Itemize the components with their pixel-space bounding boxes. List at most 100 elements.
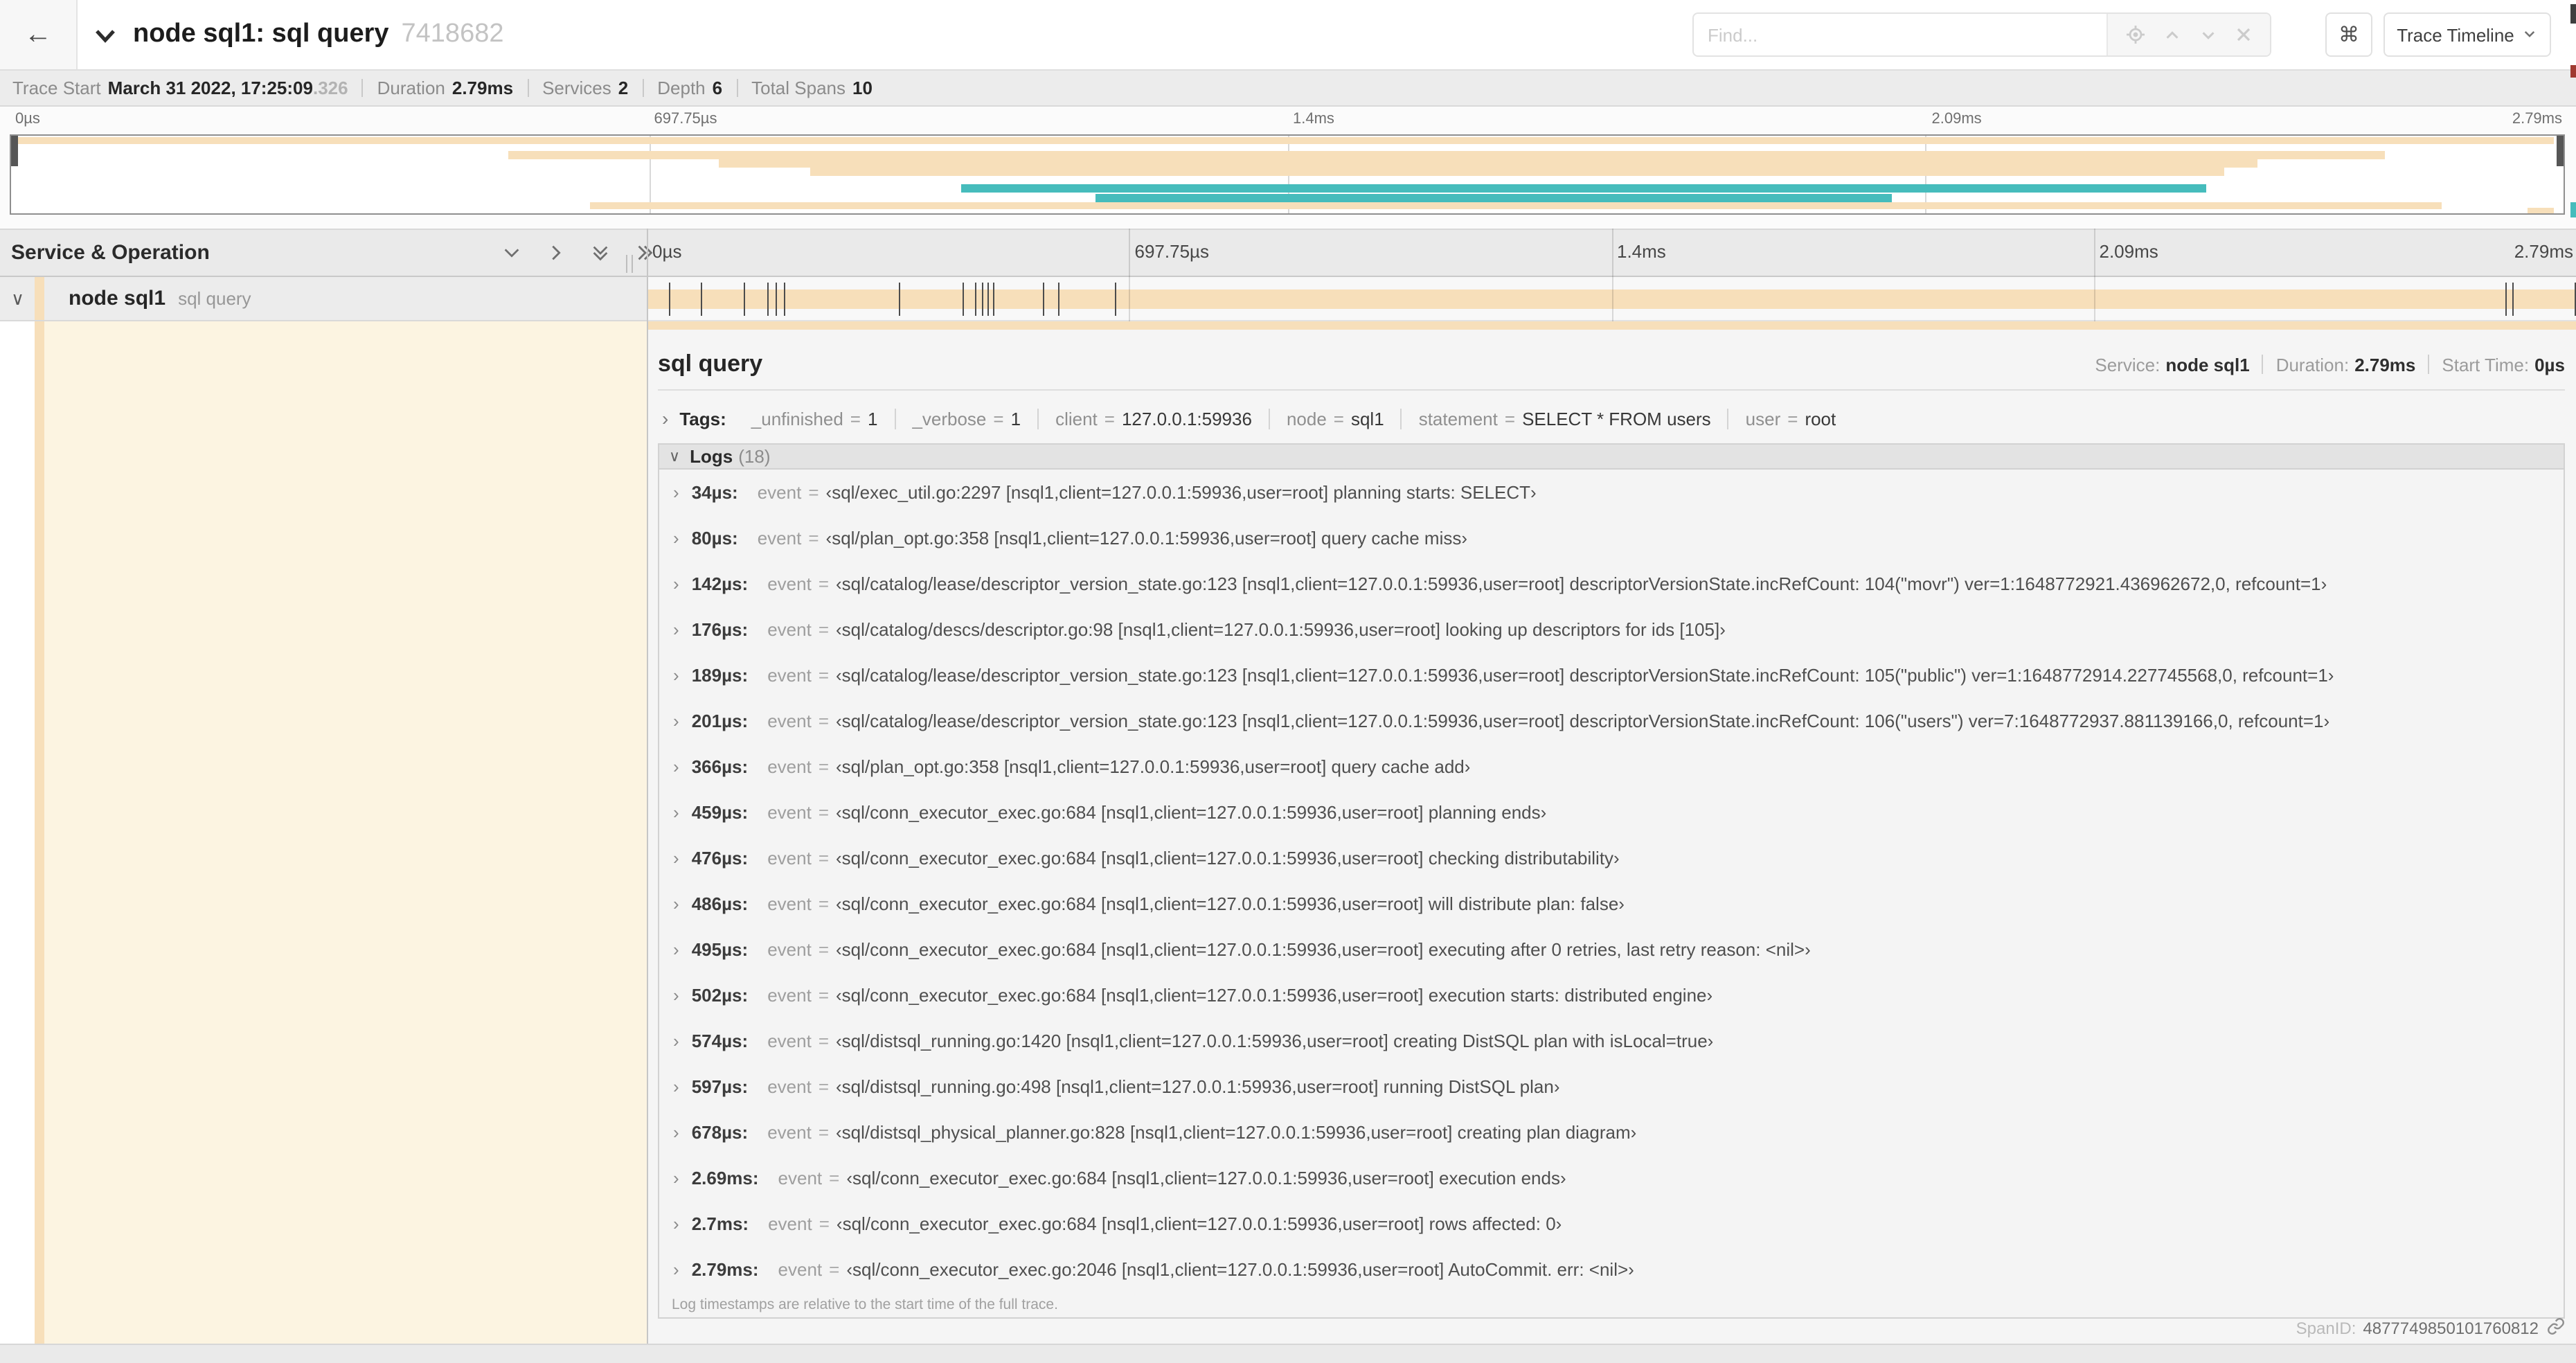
log-row[interactable]: › 597µs: event = ‹sql/distsql_running.go:498…	[659, 1064, 2564, 1110]
timeline-gridline	[1611, 229, 1613, 321]
log-chevron-icon: ›	[673, 573, 679, 594]
log-field-value: ‹sql/conn_executor_exec.go:684 [nsql1,cl…	[836, 939, 1811, 960]
tags-chevron-icon: ›	[662, 407, 669, 429]
log-row[interactable]: › 574µs: event = ‹sql/distsql_running.go:142…	[659, 1018, 2564, 1064]
stat-label: Duration	[377, 78, 445, 98]
log-field-key: event	[778, 1259, 823, 1280]
log-row[interactable]: › 2.7ms: event = ‹sql/conn_executor_exec.go:…	[659, 1201, 2564, 1247]
log-chevron-icon: ›	[673, 482, 679, 503]
log-row[interactable]: › 678µs: event = ‹sql/distsql_physical_plann…	[659, 1110, 2564, 1155]
log-row[interactable]: › 34µs: event = ‹sql/exec_util.go:2297 [nsql…	[659, 470, 2564, 515]
log-field-key: event	[767, 1122, 812, 1143]
log-equals: =	[818, 848, 829, 868]
summary-label: Duration:	[2275, 354, 2350, 375]
ruler-tick-label: 697.75µs	[654, 111, 717, 127]
tag-equals: =	[1787, 408, 1798, 429]
collapse-all-icon[interactable]	[590, 242, 611, 263]
log-chevron-icon: ›	[673, 1259, 679, 1280]
view-selector-button[interactable]: Trace Timeline	[2383, 12, 2551, 57]
tag-key: _verbose	[912, 408, 987, 429]
tag-key: statement	[1418, 408, 1498, 429]
log-field-key: event	[767, 1076, 812, 1097]
log-row[interactable]: › 2.79ms: event = ‹sql/conn_executor_exec.go…	[659, 1247, 2564, 1292]
tag-item: _unfinished = 1	[735, 408, 895, 429]
log-row[interactable]: › 459µs: event = ‹sql/conn_executor_exec.go:…	[659, 790, 2564, 835]
log-marker-tick	[2512, 283, 2514, 316]
log-marker-tick	[963, 283, 965, 316]
stat-item: Services 2	[542, 78, 628, 98]
span-collapse-chevron-icon[interactable]: ∨	[11, 287, 24, 310]
log-chevron-icon: ›	[673, 619, 679, 640]
log-timestamp: 502µs:	[691, 985, 749, 1006]
summary-label: Start Time:	[2442, 354, 2530, 375]
minimap-canvas[interactable]	[10, 134, 2565, 215]
summary-label: Service:	[2095, 354, 2161, 375]
span-service-name: node sql1	[69, 287, 166, 310]
log-row[interactable]: › 476µs: event = ‹sql/conn_executor_exec.go:…	[659, 835, 2564, 881]
tag-item: node = sql1	[1268, 408, 1401, 429]
log-marker-tick	[992, 283, 994, 316]
log-field-key: event	[767, 756, 812, 777]
minimap-right-scrub-handle[interactable]	[2557, 136, 2564, 166]
log-equals: =	[818, 802, 829, 823]
tags-accordion[interactable]: › Tags: _unfinished = 1 _verbose = 1 client = 12…	[662, 400, 2565, 436]
bottom-strip	[0, 1344, 2576, 1363]
log-chevron-icon: ›	[673, 1031, 679, 1051]
tag-equals: =	[1504, 408, 1516, 429]
log-field-value: ‹sql/distsql_physical_planner.go:828 [ns…	[836, 1122, 1637, 1143]
log-field-value: ‹sql/conn_executor_exec.go:684 [nsql1,cl…	[836, 802, 1547, 823]
log-row[interactable]: › 142µs: event = ‹sql/catalog/lease/descript…	[659, 561, 2564, 607]
detail-color-stripe	[35, 321, 44, 1344]
logs-header[interactable]: ∨ Logs (18)	[659, 445, 2564, 470]
log-field-value: ‹sql/catalog/lease/descriptor_version_st…	[836, 665, 2334, 686]
log-row[interactable]: › 2.69ms: event = ‹sql/conn_executor_exec.go…	[659, 1155, 2564, 1201]
back-button[interactable]: ←	[0, 0, 78, 69]
log-timestamp: 2.79ms:	[691, 1259, 759, 1280]
log-equals: =	[808, 528, 819, 549]
log-marker-tick	[767, 283, 769, 316]
log-row[interactable]: › 176µs: event = ‹sql/catalog/descs/descript…	[659, 607, 2564, 652]
find-group	[1692, 12, 2271, 57]
trace-stats-bar: Trace Start March 31 2022, 17:25:09.326 Du…	[0, 69, 2576, 107]
stat-separator	[736, 79, 738, 97]
span-id-label: SpanID:	[2296, 1319, 2356, 1338]
command-icon: ⌘	[2338, 24, 2359, 47]
prev-result-icon[interactable]	[2163, 26, 2181, 44]
trace-title-chevron-icon[interactable]	[91, 22, 119, 50]
find-input[interactable]	[1694, 14, 2107, 55]
log-row[interactable]: › 486µs: event = ‹sql/conn_executor_exec.go:…	[659, 881, 2564, 927]
log-field-key: event	[767, 985, 812, 1006]
tag-item: client = 127.0.0.1:59936	[1037, 408, 1269, 429]
log-row[interactable]: › 366µs: event = ‹sql/plan_opt.go:358 [nsql1…	[659, 744, 2564, 790]
expand-one-icon[interactable]	[546, 242, 566, 263]
log-timestamp: 189µs:	[691, 665, 749, 686]
log-row[interactable]: › 201µs: event = ‹sql/catalog/lease/descript…	[659, 698, 2564, 744]
collapse-one-icon[interactable]	[501, 242, 522, 263]
log-field-value: ‹sql/distsql_running.go:1420 [nsql1,clie…	[836, 1031, 1714, 1051]
log-field-value: ‹sql/catalog/lease/descriptor_version_st…	[836, 573, 2327, 594]
clear-find-icon[interactable]	[2235, 26, 2252, 43]
detail-summary: Service: node sql1 Duration: 2.79ms Start Ti…	[2095, 354, 2565, 375]
locate-span-icon[interactable]	[2126, 25, 2145, 44]
keyboard-shortcuts-button[interactable]: ⌘	[2325, 12, 2372, 57]
log-row[interactable]: › 189µs: event = ‹sql/catalog/lease/descript…	[659, 652, 2564, 698]
tag-value: root	[1805, 408, 1836, 429]
stat-label: Depth	[657, 78, 706, 98]
log-equals: =	[818, 756, 829, 777]
summary-value: 2.79ms	[2354, 354, 2416, 375]
log-row[interactable]: › 495µs: event = ‹sql/conn_executor_exec.go:…	[659, 927, 2564, 972]
minimap-left-scrub-handle[interactable]	[11, 136, 18, 166]
log-row[interactable]: › 80µs: event = ‹sql/plan_opt.go:358 [nsql1,…	[659, 515, 2564, 561]
span-row: ∨ node sql1 sql query	[0, 277, 2576, 321]
log-row[interactable]: › 502µs: event = ‹sql/conn_executor_exec.go:…	[659, 972, 2564, 1018]
timeline-gridline	[1129, 229, 1131, 321]
tag-value: 1	[867, 408, 878, 429]
deep-link-icon[interactable]	[2539, 1317, 2565, 1339]
stat-value: 6	[712, 78, 723, 98]
column-resize-handle[interactable]	[626, 255, 633, 273]
span-row-name-cell[interactable]: ∨ node sql1 sql query	[0, 277, 647, 321]
panel-divider[interactable]	[647, 229, 648, 1344]
log-field-value: ‹sql/plan_opt.go:358 [nsql1,client=127.0…	[836, 756, 1471, 777]
next-result-icon[interactable]	[2199, 26, 2217, 44]
tag-equals: =	[850, 408, 861, 429]
